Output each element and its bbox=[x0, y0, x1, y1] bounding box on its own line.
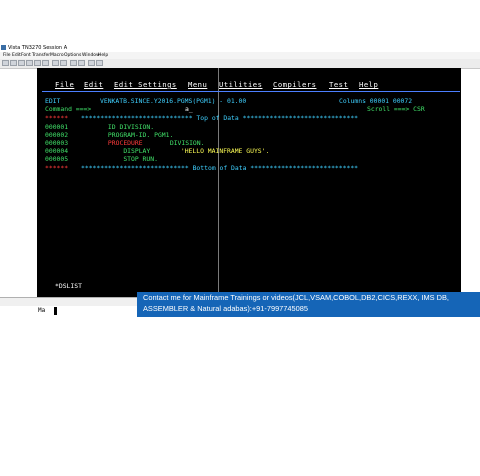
line-number[interactable]: 000001 bbox=[45, 123, 68, 131]
print-icon[interactable] bbox=[26, 60, 33, 66]
save-icon[interactable] bbox=[18, 60, 25, 66]
source-line[interactable]: STOP RUN. bbox=[81, 155, 158, 163]
dataset-name: VENKATB.SINCE.Y2016.PGMS(PGM1) - 01.00 bbox=[100, 97, 247, 105]
ispf-menu-help[interactable]: Help bbox=[359, 80, 378, 89]
source-line[interactable]: DIVISION. bbox=[166, 139, 205, 147]
terminal-screen[interactable]: File Edit Edit_Settings Menu Utilities C… bbox=[37, 68, 461, 297]
ispf-menu-utilities[interactable]: Utilities bbox=[219, 80, 262, 89]
promo-banner: Contact me for Mainframe Trainings or vi… bbox=[137, 292, 480, 317]
line-number[interactable]: 000005 bbox=[45, 155, 68, 163]
top-marker: ****** bbox=[45, 114, 69, 122]
line-number[interactable]: 000004 bbox=[45, 147, 68, 155]
source-line[interactable]: PROGRAM-ID. PGM1. bbox=[81, 131, 173, 139]
app-menu-options[interactable]: Options bbox=[64, 53, 81, 58]
new-session-icon[interactable] bbox=[2, 60, 9, 66]
bottom-of-data: **************************** Bottom of D… bbox=[81, 164, 359, 172]
menu-separator bbox=[42, 91, 460, 92]
copy-icon[interactable] bbox=[34, 60, 41, 66]
source-line[interactable]: ID DIVISION. bbox=[81, 123, 154, 131]
command-input[interactable]: a_ bbox=[185, 105, 193, 113]
app-menu-file[interactable]: File bbox=[3, 53, 11, 58]
ispf-menu-compilers[interactable]: Compilers bbox=[273, 80, 316, 89]
source-keyword[interactable]: PROCEDURE bbox=[81, 139, 143, 147]
ispf-menu-menu[interactable]: Menu bbox=[188, 80, 207, 89]
banner-line-1: Contact me for Mainframe Trainings or vi… bbox=[143, 293, 449, 302]
app-menubar: File Edit Font Transfer Macro Options Wi… bbox=[0, 52, 480, 59]
app-menu-macro[interactable]: Macro bbox=[50, 53, 64, 58]
app-menu-font[interactable]: Font bbox=[21, 53, 31, 58]
command-label: Command ===> bbox=[45, 105, 92, 113]
disconnect-icon[interactable] bbox=[60, 60, 67, 66]
paste-icon[interactable] bbox=[42, 60, 49, 66]
text-cursor bbox=[54, 307, 57, 315]
app-menu-help[interactable]: Help bbox=[98, 53, 108, 58]
screen: { "window": { "title": "Vista TN3270 Ses… bbox=[0, 0, 480, 360]
banner-line-2: ASSEMBLER & Natural adabas):+91-79977450… bbox=[143, 303, 308, 313]
macro-icon[interactable] bbox=[78, 60, 85, 66]
open-icon[interactable] bbox=[10, 60, 17, 66]
bottom-marker: ****** bbox=[45, 164, 69, 172]
source-literal[interactable]: 'HELLO MAINFRAME GUYS'. bbox=[177, 147, 270, 155]
ispf-menu-file[interactable]: File bbox=[55, 80, 74, 89]
window-titlebar: Vista TN3270 Session A bbox=[0, 44, 480, 52]
window-title: Vista TN3270 Session A bbox=[8, 45, 68, 51]
ispf-menu-edit[interactable]: Edit bbox=[84, 80, 103, 89]
line-number[interactable]: 000003 bbox=[45, 139, 68, 147]
ispf-menu-edit-settings[interactable]: Edit_Settings bbox=[114, 80, 177, 89]
app-menu-edit[interactable]: Edit bbox=[12, 53, 21, 58]
settings-icon[interactable] bbox=[88, 60, 95, 66]
line-number[interactable]: 000002 bbox=[45, 131, 68, 139]
dslist-command[interactable]: *DSLIST bbox=[55, 282, 82, 290]
app-menu-transfer[interactable]: Transfer bbox=[32, 53, 50, 58]
columns-indicator: Columns 00001 00072 bbox=[339, 97, 413, 105]
edit-label: EDIT bbox=[45, 97, 61, 105]
scroll-label: Scroll ===> CSR bbox=[367, 105, 425, 113]
transfer-icon[interactable] bbox=[70, 60, 77, 66]
source-keyword[interactable]: DISPLAY bbox=[81, 147, 150, 155]
top-of-data: ***************************** Top of Dat… bbox=[81, 114, 359, 122]
app-icon bbox=[1, 45, 6, 50]
help-icon[interactable] bbox=[96, 60, 103, 66]
ispf-menu-test[interactable]: Test bbox=[329, 80, 348, 89]
connect-icon[interactable] bbox=[52, 60, 59, 66]
